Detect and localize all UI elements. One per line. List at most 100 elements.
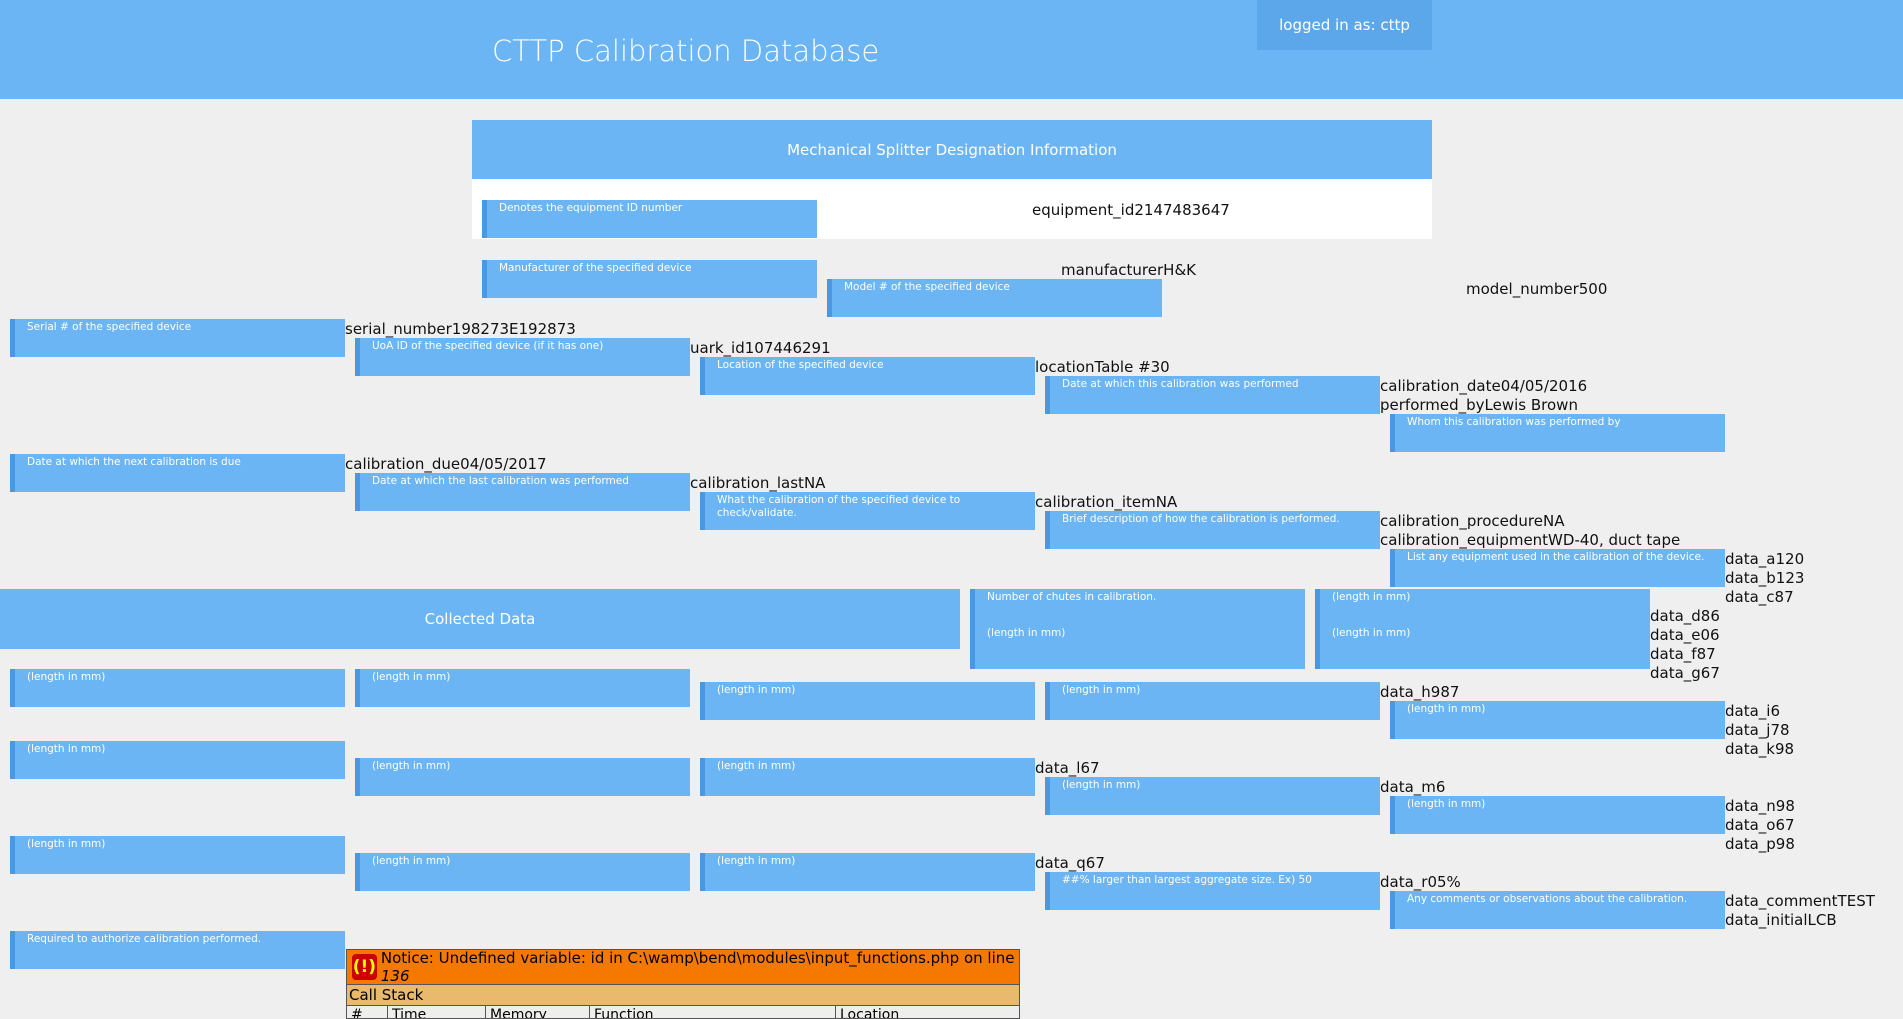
length-field[interactable]: (length in mm) <box>10 836 345 874</box>
calibration-equipment-value: calibration_equipmentWD-40, duct tape <box>1380 531 1681 549</box>
length-field[interactable]: (length in mm) <box>355 758 690 796</box>
data-c-value: data_c87 <box>1725 588 1794 606</box>
data-q-value: data_q67 <box>1035 854 1105 872</box>
calibration-procedure-hint: Brief description of how the calibration… <box>1062 513 1340 525</box>
uark-id-hint: UoA ID of the specified device (if it ha… <box>372 340 604 352</box>
length-hint: (length in mm) <box>27 743 106 755</box>
data-f-value: data_f87 <box>1650 645 1716 663</box>
aggregate-hint: ##% larger than largest aggregate size. … <box>1062 874 1312 886</box>
length-hint: (length in mm) <box>717 855 796 867</box>
initials-hint: Required to authorize calibration perfor… <box>27 933 262 945</box>
model-number-field[interactable]: Model # of the specified device <box>827 279 1162 317</box>
length-field[interactable]: (length in mm) <box>10 741 345 779</box>
calibration-equipment-hint: List any equipment used in the calibrati… <box>1407 551 1705 563</box>
length-hint: (length in mm) <box>1062 684 1141 696</box>
designation-panel-header: Mechanical Splitter Designation Informat… <box>472 120 1432 180</box>
notice-line-number: 136 <box>380 967 410 985</box>
length-field[interactable]: (length in mm) <box>700 853 1035 891</box>
col-location: Location <box>840 1007 900 1019</box>
length-field[interactable]: (length in mm) <box>1045 777 1380 815</box>
length-field[interactable]: (length in mm) <box>1390 701 1725 739</box>
length-hint: (length in mm) <box>372 760 451 772</box>
length-hint: (length in mm) <box>372 671 451 683</box>
comments-field[interactable]: Any comments or observations about the c… <box>1390 891 1725 929</box>
calibration-item-hint: What the calibration of the specified de… <box>717 494 961 519</box>
manufacturer-hint: Manufacturer of the specified device <box>499 262 692 274</box>
length-hint: (length in mm) <box>27 671 106 683</box>
calibration-last-hint: Date at which the last calibration was p… <box>372 475 629 487</box>
col-memory: Memory <box>486 1006 590 1018</box>
length-field[interactable]: (length in mm) <box>355 853 690 891</box>
data-d-value: data_d86 <box>1650 607 1720 625</box>
initials-field[interactable]: Required to authorize calibration perfor… <box>10 931 345 969</box>
calibration-procedure-value: calibration_procedureNA <box>1380 512 1565 530</box>
call-stack-label: Call Stack <box>347 984 1019 1006</box>
aggregate-field[interactable]: ##% larger than largest aggregate size. … <box>1045 872 1380 910</box>
performed-by-field[interactable]: Whom this calibration was performed by <box>1390 414 1725 452</box>
manufacturer-value: manufacturerH&K <box>1061 261 1196 279</box>
equipment-id-value: equipment_id2147483647 <box>1032 201 1230 219</box>
calibration-last-field[interactable]: Date at which the last calibration was p… <box>355 473 690 511</box>
data-initial-value: data_initialLCB <box>1725 911 1837 929</box>
data-m-value: data_m6 <box>1380 778 1446 796</box>
location-value: locationTable #30 <box>1035 358 1170 376</box>
calibration-item-field[interactable]: What the calibration of the specified de… <box>700 492 1035 530</box>
data-r-value: data_r05% <box>1380 873 1461 891</box>
data-p-value: data_p98 <box>1725 835 1795 853</box>
data-k-value: data_k98 <box>1725 740 1795 758</box>
data-comment-value: data_commentTEST <box>1725 892 1875 910</box>
calibration-last-value: calibration_lastNA <box>690 474 826 492</box>
header-bar: CTTP Calibration Database logged in as: … <box>0 0 1903 99</box>
performed-by-hint: Whom this calibration was performed by <box>1407 416 1621 428</box>
calibration-item-value: calibration_itemNA <box>1035 493 1178 511</box>
col-time: Time <box>388 1006 486 1018</box>
length-field-pair[interactable]: (length in mm) (length in mm) <box>1315 589 1650 669</box>
location-hint: Location of the specified device <box>717 359 884 371</box>
serial-number-hint: Serial # of the specified device <box>27 321 192 333</box>
data-e-value: data_e06 <box>1650 626 1720 644</box>
data-n-value: data_n98 <box>1725 797 1795 815</box>
equipment-id-field[interactable]: Denotes the equipment ID number <box>482 200 817 238</box>
calibration-due-field[interactable]: Date at which the next calibration is du… <box>10 454 345 492</box>
serial-number-field[interactable]: Serial # of the specified device <box>10 319 345 357</box>
calibration-date-value: calibration_date04/05/2016 <box>1380 377 1588 395</box>
chutes-hint: Number of chutes in calibration. <box>987 591 1157 603</box>
notice-text: Notice: Undefined variable: id in C:\wam… <box>380 949 1015 967</box>
data-i-value: data_i6 <box>1725 702 1780 720</box>
warning-icon: (!) <box>352 954 377 980</box>
length-field[interactable]: (length in mm) <box>1390 796 1725 834</box>
data-h-value: data_h987 <box>1380 683 1460 701</box>
length-field[interactable]: (length in mm) <box>355 669 690 707</box>
uark-id-value: uark_id107446291 <box>690 339 831 357</box>
length-hint: (length in mm) <box>1407 798 1486 810</box>
col-function: Function <box>590 1006 836 1018</box>
calibration-due-hint: Date at which the next calibration is du… <box>27 456 241 468</box>
uark-id-field[interactable]: UoA ID of the specified device (if it ha… <box>355 338 690 376</box>
length-field[interactable]: (length in mm) <box>700 682 1035 720</box>
length-field[interactable]: (length in mm) <box>10 669 345 707</box>
chutes-length-hint: (length in mm) <box>987 627 1066 639</box>
call-stack-header: # Time Memory Function Location <box>347 1006 1019 1019</box>
model-number-value: model_number500 <box>1466 280 1608 298</box>
serial-number-value: serial_number198273E192873 <box>345 320 576 338</box>
calibration-procedure-field[interactable]: Brief description of how the calibration… <box>1045 511 1380 549</box>
length-hint: (length in mm) <box>27 838 106 850</box>
collected-data-header: Collected Data <box>0 589 960 649</box>
chutes-field[interactable]: Number of chutes in calibration. (length … <box>970 589 1305 669</box>
length-field[interactable]: (length in mm) <box>700 758 1035 796</box>
calibration-date-field[interactable]: Date at which this calibration was perfo… <box>1045 376 1380 414</box>
manufacturer-field[interactable]: Manufacturer of the specified device <box>482 260 817 298</box>
calibration-due-value: calibration_due04/05/2017 <box>345 455 547 473</box>
length-hint: (length in mm) <box>717 684 796 696</box>
login-status[interactable]: logged in as: cttp <box>1257 0 1432 50</box>
length-hint: (length in mm) <box>372 855 451 867</box>
location-field[interactable]: Location of the specified device <box>700 357 1035 395</box>
data-b-value: data_b123 <box>1725 569 1805 587</box>
data-l-value: data_l67 <box>1035 759 1100 777</box>
notice-message-row: (!) Notice: Undefined variable: id in C:… <box>347 949 1019 985</box>
calibration-equipment-field[interactable]: List any equipment used in the calibrati… <box>1390 549 1725 587</box>
length-field[interactable]: (length in mm) <box>1045 682 1380 720</box>
data-o-value: data_o67 <box>1725 816 1795 834</box>
comments-hint: Any comments or observations about the c… <box>1407 893 1688 905</box>
php-notice: (!) Notice: Undefined variable: id in C:… <box>346 949 1020 1019</box>
